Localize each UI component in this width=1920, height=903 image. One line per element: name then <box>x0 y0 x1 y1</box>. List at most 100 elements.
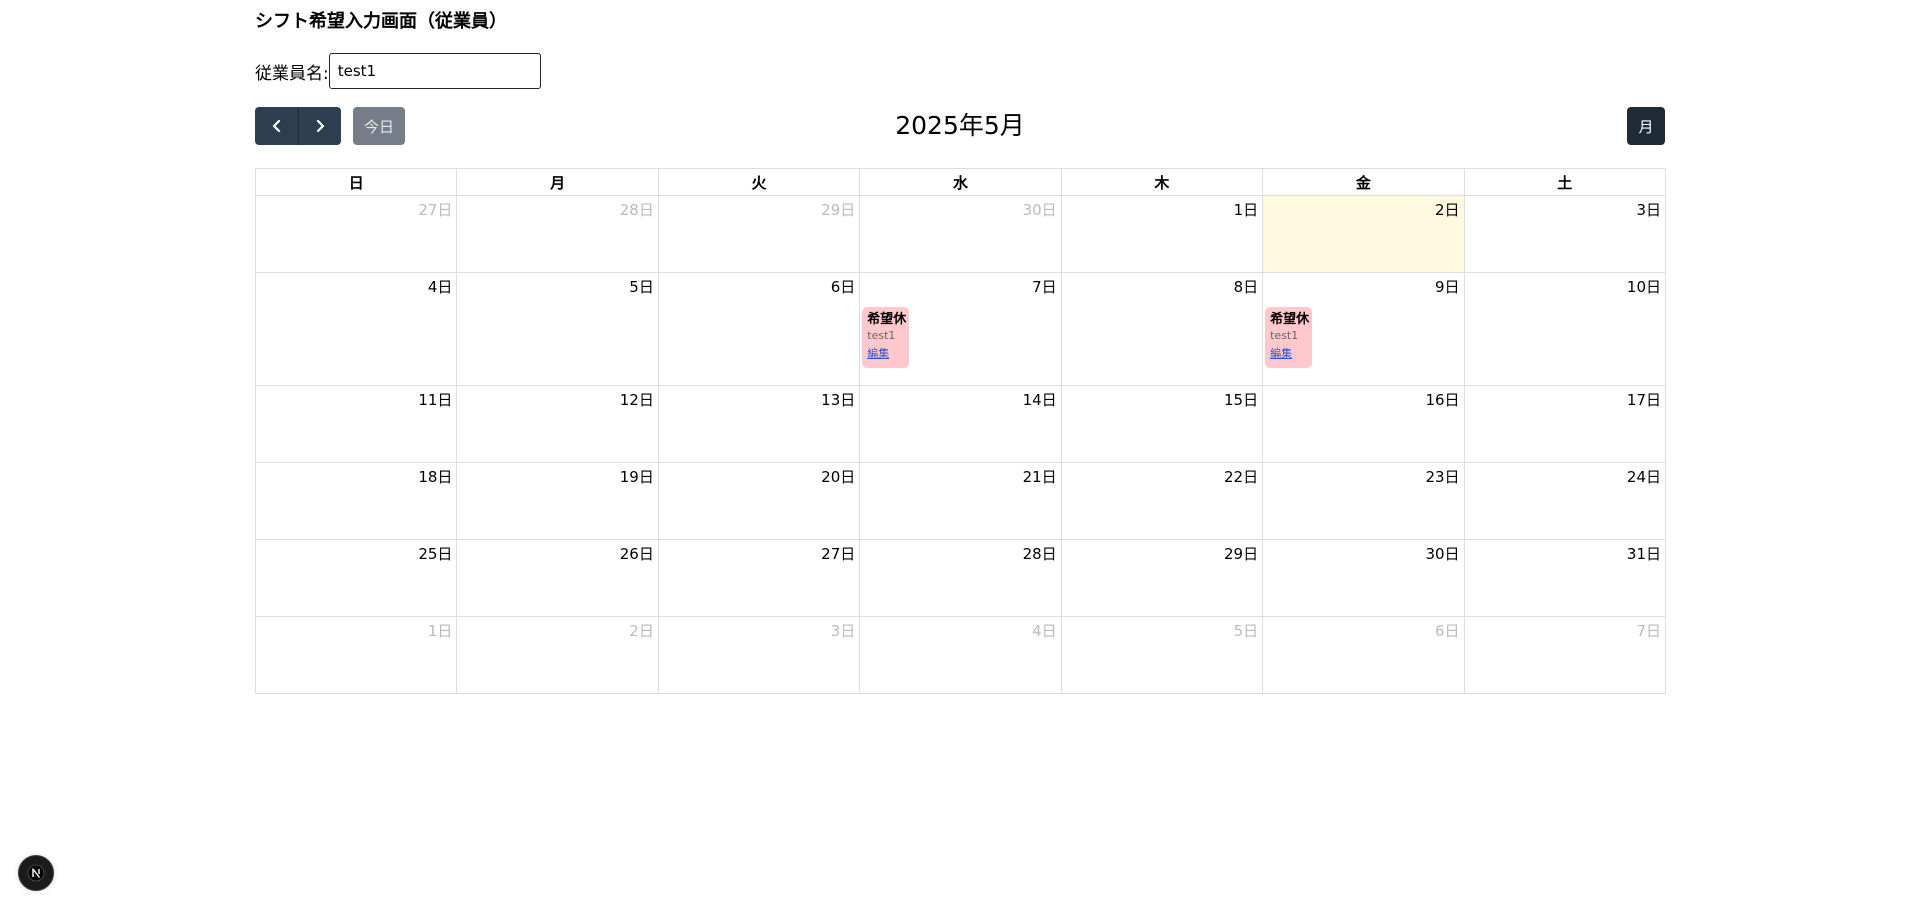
week-row: 1日 2日 3日 4日 5日 6日 7日 <box>254 616 1667 694</box>
day-cell[interactable]: 5日 <box>456 272 659 386</box>
day-cell[interactable]: 6日 <box>657 272 861 386</box>
day-cell[interactable]: 28日 <box>456 195 659 273</box>
day-number: 5日 <box>1233 622 1259 640</box>
employee-name-row: 従業員名: <box>255 51 541 91</box>
day-number: 27日 <box>821 545 856 563</box>
day-number: 18日 <box>418 468 453 486</box>
nextjs-dev-badge[interactable] <box>18 855 54 891</box>
day-cell[interactable]: 24日 <box>1463 462 1667 540</box>
day-number: 10日 <box>1626 278 1661 296</box>
today-button[interactable]: 今日 <box>353 107 405 145</box>
page-title: シフト希望入力画面（従業員） <box>255 11 507 32</box>
event-employee-name: test1 <box>1270 329 1299 342</box>
shift-request-event[interactable]: 希望休 test1 編集 <box>1265 307 1313 368</box>
day-number: 22日 <box>1224 468 1259 486</box>
shift-request-event[interactable]: 希望休 test1 編集 <box>862 307 910 368</box>
day-number: 2日 <box>629 622 654 640</box>
day-number: 12日 <box>619 391 654 409</box>
day-cell[interactable]: 8日 <box>1060 272 1264 386</box>
week-row: 11日 12日 13日 14日 15日 16日 17日 <box>254 385 1667 463</box>
day-number: 6日 <box>830 278 856 296</box>
day-number: 19日 <box>619 468 654 486</box>
day-number: 28日 <box>1022 545 1057 563</box>
day-number: 20日 <box>821 468 856 486</box>
day-cell[interactable]: 3日 <box>657 616 861 694</box>
day-cell[interactable]: 18日 <box>254 462 458 540</box>
day-cell[interactable]: 27日 <box>254 195 458 273</box>
weekday-header: 金 <box>1262 168 1465 196</box>
weekday-header: 水 <box>859 168 1062 196</box>
day-cell[interactable]: 1日 <box>1060 195 1264 273</box>
day-cell[interactable]: 13日 <box>657 385 861 463</box>
day-cell[interactable]: 14日 <box>859 385 1062 463</box>
day-cell[interactable]: 12日 <box>456 385 659 463</box>
month-view-button[interactable]: 月 <box>1627 107 1665 145</box>
weekday-header-row: 日 月 火 水 木 金 土 <box>254 168 1667 196</box>
day-cell[interactable]: 11日 <box>254 385 458 463</box>
day-cell[interactable]: 4日 <box>254 272 458 386</box>
day-number: 4日 <box>1032 622 1057 640</box>
day-cell[interactable]: 23日 <box>1262 462 1465 540</box>
day-cell[interactable]: 30日 <box>1262 539 1465 617</box>
day-cell[interactable]: 19日 <box>456 462 659 540</box>
week-row: 27日 28日 29日 30日 1日 2日 3日 <box>254 195 1667 273</box>
day-number: 11日 <box>418 391 453 409</box>
today-day-cell[interactable]: 2日 <box>1262 195 1465 273</box>
day-cell[interactable]: 3日 <box>1463 195 1667 273</box>
day-cell[interactable]: 10日 <box>1463 272 1667 386</box>
day-number: 8日 <box>1233 278 1259 296</box>
day-cell[interactable]: 4日 <box>859 616 1062 694</box>
day-cell[interactable]: 27日 <box>657 539 861 617</box>
weekday-header: 日 <box>254 168 458 196</box>
day-cell[interactable]: 5日 <box>1060 616 1264 694</box>
day-number: 16日 <box>1425 391 1460 409</box>
day-number: 5日 <box>629 278 654 296</box>
day-number: 27日 <box>418 201 453 219</box>
day-number: 26日 <box>619 545 654 563</box>
day-cell[interactable]: 6日 <box>1262 616 1465 694</box>
event-title: 希望休 <box>867 312 907 327</box>
day-cell[interactable]: 15日 <box>1060 385 1264 463</box>
day-cell[interactable]: 26日 <box>456 539 659 617</box>
day-number: 14日 <box>1022 391 1057 409</box>
day-cell[interactable]: 22日 <box>1060 462 1264 540</box>
day-cell[interactable]: 7日 希望休 test1 編集 <box>859 272 1062 386</box>
day-number: 24日 <box>1626 468 1661 486</box>
event-edit-link[interactable]: 編集 <box>1270 344 1312 364</box>
day-number: 3日 <box>1636 201 1661 219</box>
day-cell[interactable]: 29日 <box>1060 539 1264 617</box>
next-month-button[interactable] <box>298 107 341 145</box>
day-cell[interactable]: 30日 <box>859 195 1062 273</box>
day-cell[interactable]: 17日 <box>1463 385 1667 463</box>
weekday-header: 火 <box>657 168 861 196</box>
day-number: 13日 <box>821 391 856 409</box>
day-cell[interactable]: 28日 <box>859 539 1062 617</box>
event-edit-link[interactable]: 編集 <box>867 344 909 364</box>
prev-month-button[interactable] <box>255 107 298 145</box>
day-cell[interactable]: 21日 <box>859 462 1062 540</box>
chevron-right-icon <box>316 119 325 133</box>
day-cell[interactable]: 16日 <box>1262 385 1465 463</box>
employee-name-input[interactable] <box>328 53 541 89</box>
day-cell[interactable]: 29日 <box>657 195 861 273</box>
day-number: 21日 <box>1022 468 1057 486</box>
day-number: 7日 <box>1636 622 1661 640</box>
chevron-left-icon <box>272 119 280 133</box>
event-title: 希望休 <box>1270 312 1310 327</box>
day-number: 9日 <box>1434 278 1460 296</box>
day-cell[interactable]: 9日 希望休 test1 編集 <box>1262 272 1465 386</box>
day-cell[interactable]: 20日 <box>657 462 861 540</box>
day-number: 3日 <box>830 622 856 640</box>
nav-button-group <box>255 107 341 145</box>
day-number: 15日 <box>1224 391 1259 409</box>
day-cell[interactable]: 2日 <box>456 616 659 694</box>
day-number: 29日 <box>821 201 856 219</box>
month-calendar: 日 月 火 水 木 金 土 27日 28日 29日 30日 1日 2日 3日 4… <box>254 168 1667 694</box>
day-cell[interactable]: 1日 <box>254 616 458 694</box>
employee-name-label: 従業員名: <box>255 63 329 84</box>
day-cell[interactable]: 7日 <box>1463 616 1667 694</box>
day-cell[interactable]: 31日 <box>1463 539 1667 617</box>
day-cell[interactable]: 25日 <box>254 539 458 617</box>
day-number: 29日 <box>1224 545 1259 563</box>
week-row: 4日 5日 6日 7日 希望休 test1 編集 8日 9日 希望休 test1… <box>254 272 1667 386</box>
